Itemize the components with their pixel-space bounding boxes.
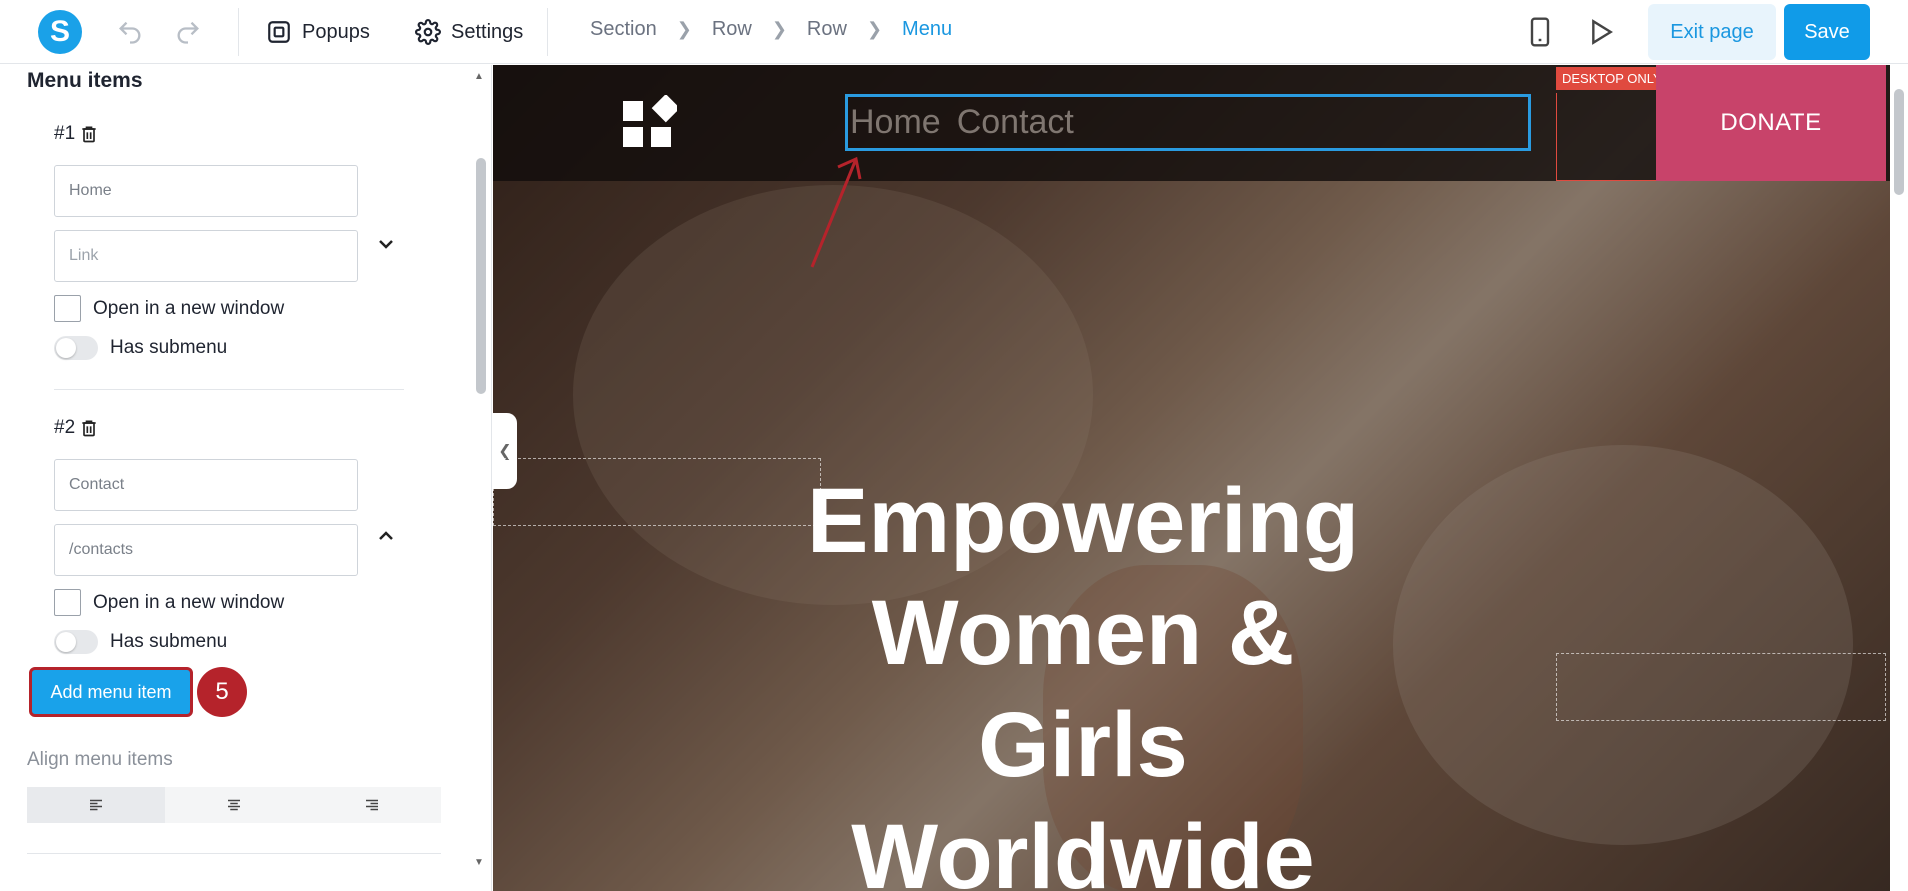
menu-item-link-field[interactable]: /contacts	[54, 524, 358, 576]
has-submenu-option[interactable]: Has submenu	[54, 336, 227, 360]
page-canvas[interactable]: Home Contact DESKTOP ONLY DONATE ❮ Empow…	[493, 65, 1890, 891]
toolbar-divider	[238, 8, 239, 56]
breadcrumb-item[interactable]: Section	[590, 18, 657, 41]
trash-icon[interactable]	[79, 124, 99, 144]
redo-icon[interactable]	[174, 18, 202, 46]
save-button[interactable]: Save	[1784, 4, 1870, 60]
align-left-icon	[90, 799, 102, 811]
chevron-up-icon[interactable]	[374, 524, 398, 548]
align-left-button[interactable]	[27, 787, 165, 823]
canvas-scrollbar-thumb[interactable]	[1894, 89, 1904, 195]
annotation-arrow	[810, 156, 862, 268]
hero-heading[interactable]: Empowering Women & Girls Worldwide	[768, 465, 1398, 891]
has-submenu-label: Has submenu	[110, 631, 228, 652]
menu-item-header: #1	[54, 123, 99, 145]
mobile-preview-icon[interactable]	[1524, 16, 1556, 48]
chevron-right-icon: ❯	[771, 19, 787, 39]
breadcrumb: Section ❯ Row ❯ Row ❯ Menu	[590, 18, 952, 41]
align-center-icon	[228, 799, 240, 811]
canvas-scrollbar[interactable]	[1890, 65, 1908, 891]
play-preview-icon[interactable]	[1584, 16, 1616, 48]
settings-label: Settings	[451, 20, 524, 43]
open-new-window-option[interactable]: Open in a new window	[54, 589, 284, 616]
scroll-down-arrow[interactable]: ▼	[474, 857, 486, 868]
hero-line: Empowering	[806, 470, 1360, 572]
breadcrumb-item[interactable]: Row	[712, 18, 752, 41]
has-submenu-toggle[interactable]	[54, 336, 98, 360]
open-new-window-option[interactable]: Open in a new window	[54, 295, 284, 322]
menu-item-number: #2	[54, 417, 76, 438]
undo-icon[interactable]	[116, 18, 144, 46]
chevron-right-icon: ❯	[866, 19, 883, 39]
hero-line: Worldwide	[851, 806, 1315, 891]
breadcrumb-item-current[interactable]: Menu	[902, 18, 952, 41]
section-divider	[27, 853, 441, 854]
empty-column-placeholder[interactable]	[1556, 653, 1886, 721]
align-menu-items-label: Align menu items	[27, 749, 173, 770]
settings-button[interactable]: Settings	[415, 14, 523, 50]
open-new-window-label: Open in a new window	[93, 591, 285, 613]
menu-item-name-field[interactable]: Contact	[54, 459, 358, 511]
app-logo[interactable]: S	[38, 10, 82, 54]
popups-icon	[268, 21, 290, 43]
menu-item-name-field[interactable]: Home	[54, 165, 358, 217]
gear-icon	[415, 19, 441, 45]
trash-icon[interactable]	[79, 418, 99, 438]
menu-settings-panel: Menu items #1 Home Link Open in a new wi…	[0, 65, 492, 891]
donate-button[interactable]: DONATE	[1656, 65, 1886, 181]
has-submenu-label: Has submenu	[110, 337, 228, 358]
popups-button[interactable]: Popups	[266, 14, 370, 50]
popups-label: Popups	[302, 20, 370, 43]
menu-element-selected[interactable]: Home Contact	[845, 94, 1531, 151]
align-right-icon	[366, 799, 378, 811]
menu-item-link-field[interactable]: Link	[54, 230, 358, 282]
chevron-down-icon[interactable]	[374, 232, 398, 256]
align-right-button[interactable]	[303, 787, 441, 823]
panel-scrollbar-thumb[interactable]	[476, 158, 486, 394]
align-center-button[interactable]	[165, 787, 303, 823]
site-logo-icon[interactable]	[621, 95, 677, 151]
hero-line: Women &	[871, 582, 1295, 684]
top-toolbar: S Popups Settings Section ❯ Row ❯ Row ❯ …	[0, 0, 1908, 64]
breadcrumb-item[interactable]: Row	[807, 18, 847, 41]
nav-link-contact[interactable]: Contact	[957, 103, 1074, 142]
menu-item-header: #2	[54, 417, 99, 439]
menu-item-number: #1	[54, 123, 76, 144]
chevron-right-icon: ❯	[676, 19, 692, 39]
step-number-badge: 5	[197, 667, 247, 717]
hero-line: Girls	[978, 694, 1188, 796]
site-header[interactable]: Home Contact DESKTOP ONLY DONATE	[493, 65, 1890, 181]
has-submenu-toggle[interactable]	[54, 630, 98, 654]
nav-link-home[interactable]: Home	[850, 103, 941, 142]
item-divider	[54, 389, 404, 390]
open-new-window-label: Open in a new window	[93, 297, 285, 319]
panel-title: Menu items	[27, 69, 143, 92]
open-new-window-checkbox[interactable]	[54, 589, 81, 616]
has-submenu-option[interactable]: Has submenu	[54, 630, 227, 654]
scroll-up-arrow[interactable]: ▲	[474, 71, 486, 82]
exit-page-button[interactable]: Exit page	[1648, 4, 1776, 60]
align-menu-items-group	[27, 787, 441, 823]
add-menu-item-button[interactable]: Add menu item	[29, 667, 193, 717]
toolbar-divider	[547, 8, 548, 56]
desktop-only-badge: DESKTOP ONLY	[1556, 67, 1668, 90]
open-new-window-checkbox[interactable]	[54, 295, 81, 322]
